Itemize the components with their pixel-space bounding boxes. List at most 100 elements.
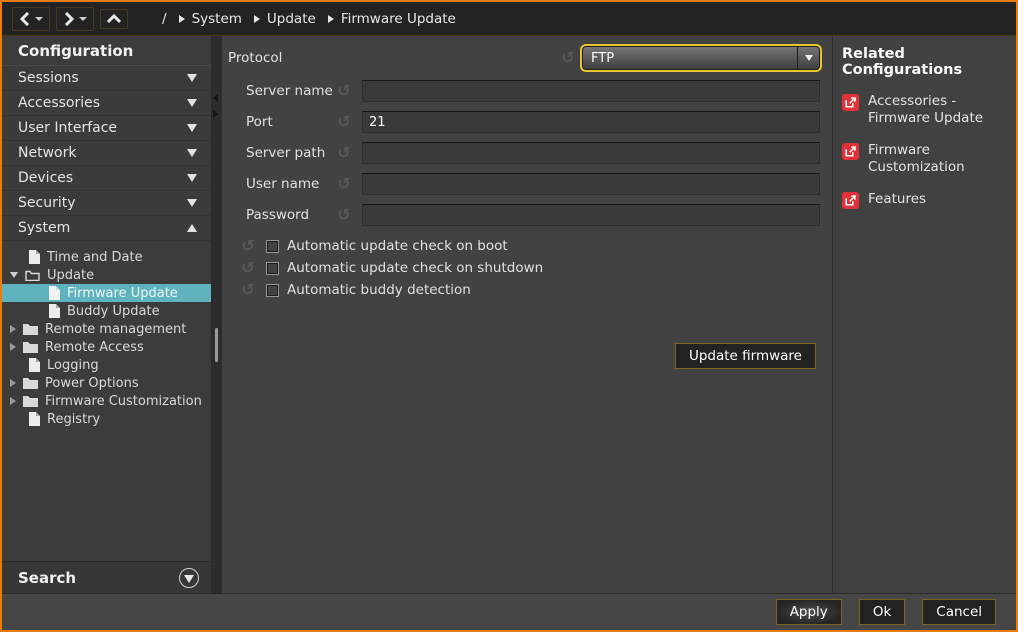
- page-icon: [48, 286, 60, 300]
- caret-right-icon[interactable]: [10, 379, 16, 387]
- user-name-label: User name: [246, 176, 334, 192]
- folder-icon: [23, 323, 38, 335]
- related-item-firmware-customization[interactable]: Firmware Customization: [842, 142, 1010, 176]
- revert-icon[interactable]: ↺: [334, 176, 354, 192]
- revert-icon[interactable]: ↺: [558, 50, 578, 66]
- revert-icon[interactable]: ↺: [238, 238, 258, 254]
- port-row: Port ↺: [246, 111, 820, 133]
- password-input[interactable]: [362, 204, 820, 226]
- sidebar-scrollbar-thumb[interactable]: [215, 328, 218, 362]
- tree-item-update[interactable]: Update: [2, 266, 211, 284]
- password-label: Password: [246, 207, 334, 223]
- up-button[interactable]: [100, 9, 128, 29]
- auto-update-boot-label: Automatic update check on boot: [287, 238, 508, 254]
- collapse-right-icon[interactable]: [213, 110, 218, 118]
- port-input[interactable]: [362, 111, 820, 133]
- chevron-down-icon: [187, 99, 197, 107]
- breadcrumb-root[interactable]: /: [162, 11, 167, 27]
- chevron-up-icon: [107, 14, 121, 24]
- server-path-input[interactable]: [362, 142, 820, 164]
- related-configurations-panel: Related Configurations Accessories - Fir…: [832, 36, 1016, 593]
- configuration-sidebar: Configuration Sessions Accessories User …: [2, 36, 212, 593]
- folder-icon: [23, 395, 38, 407]
- sidebar-item-system[interactable]: System: [2, 216, 211, 241]
- server-path-label: Server path: [246, 145, 334, 161]
- breadcrumb: / System Update Firmware Update: [162, 11, 456, 27]
- breadcrumb-item-system[interactable]: System: [179, 11, 242, 27]
- forward-button[interactable]: [56, 7, 94, 31]
- related-item-accessories-firmware-update[interactable]: Accessories - Firmware Update: [842, 93, 1010, 127]
- sidebar-item-devices[interactable]: Devices: [2, 166, 211, 191]
- sidebar-item-accessories[interactable]: Accessories: [2, 91, 211, 116]
- revert-icon[interactable]: ↺: [334, 114, 354, 130]
- breadcrumb-arrow-icon: [179, 15, 185, 23]
- auto-update-shutdown-checkbox[interactable]: [266, 262, 279, 275]
- chevron-down-icon: [187, 124, 197, 132]
- protocol-dropdown[interactable]: FTP: [582, 46, 820, 70]
- external-link-icon: [842, 191, 859, 214]
- breadcrumb-arrow-icon: [254, 15, 260, 23]
- tree-item-firmware-update[interactable]: Firmware Update: [2, 284, 211, 302]
- chevron-down-icon: [187, 174, 197, 182]
- user-name-row: User name ↺: [246, 173, 820, 195]
- sidebar-item-user-interface[interactable]: User Interface: [2, 116, 211, 141]
- caret-right-icon[interactable]: [10, 325, 16, 333]
- auto-buddy-detection-label: Automatic buddy detection: [287, 282, 471, 298]
- dropdown-arrow-icon[interactable]: [797, 47, 819, 69]
- tree-item-power-options[interactable]: Power Options: [2, 374, 211, 392]
- user-name-input[interactable]: [362, 173, 820, 195]
- cancel-button[interactable]: Cancel: [922, 599, 996, 625]
- caret-right-icon[interactable]: [10, 343, 16, 351]
- sidebar-item-network[interactable]: Network: [2, 141, 211, 166]
- auto-update-shutdown-label: Automatic update check on shutdown: [287, 260, 543, 276]
- update-firmware-button[interactable]: Update firmware: [675, 343, 816, 369]
- chevron-left-icon: [19, 12, 31, 26]
- search-section[interactable]: Search: [2, 561, 211, 593]
- revert-icon[interactable]: ↺: [334, 145, 354, 161]
- chevron-right-icon: [63, 12, 75, 26]
- tree-item-buddy-update[interactable]: Buddy Update: [2, 302, 211, 320]
- tree-item-remote-access[interactable]: Remote Access: [2, 338, 211, 356]
- tree-item-time-and-date[interactable]: Time and Date: [2, 248, 211, 266]
- breadcrumb-toolbar: / System Update Firmware Update: [2, 2, 1016, 36]
- sidebar-splitter[interactable]: [212, 36, 222, 593]
- chevron-down-icon: [187, 74, 197, 82]
- port-label: Port: [246, 114, 334, 130]
- related-configurations-title: Related Configurations: [842, 46, 1010, 78]
- protocol-value: FTP: [583, 51, 797, 66]
- tree-item-remote-management[interactable]: Remote management: [2, 320, 211, 338]
- folder-icon: [23, 377, 38, 389]
- related-item-features[interactable]: Features: [842, 191, 1010, 214]
- auto-buddy-detection-checkbox[interactable]: [266, 284, 279, 297]
- caret-right-icon[interactable]: [10, 397, 16, 405]
- protocol-label: Protocol: [228, 50, 558, 66]
- ok-button[interactable]: Ok: [859, 599, 905, 625]
- caret-down-icon[interactable]: [10, 272, 18, 278]
- auto-update-boot-row: ↺ Automatic update check on boot: [238, 235, 820, 257]
- tree-item-registry[interactable]: Registry: [2, 410, 211, 428]
- collapse-left-icon[interactable]: [213, 94, 218, 102]
- revert-icon[interactable]: ↺: [334, 207, 354, 223]
- apply-button[interactable]: Apply: [776, 599, 842, 625]
- page-icon: [28, 412, 40, 426]
- forward-history-chevron-icon[interactable]: [79, 17, 87, 21]
- external-link-icon: [842, 142, 859, 165]
- revert-icon[interactable]: ↺: [334, 83, 354, 99]
- tree-item-logging[interactable]: Logging: [2, 356, 211, 374]
- sidebar-item-sessions[interactable]: Sessions: [2, 66, 211, 91]
- breadcrumb-item-update[interactable]: Update: [254, 11, 316, 27]
- back-button[interactable]: [12, 7, 50, 31]
- breadcrumb-item-firmware-update[interactable]: Firmware Update: [328, 11, 456, 27]
- chevron-up-icon: [187, 224, 197, 232]
- back-history-chevron-icon[interactable]: [35, 17, 43, 21]
- system-tree: Time and Date Update Firmware Update Bud…: [2, 241, 211, 428]
- tree-item-firmware-customization[interactable]: Firmware Customization: [2, 392, 211, 410]
- server-path-row: Server path ↺: [246, 142, 820, 164]
- revert-icon[interactable]: ↺: [238, 260, 258, 276]
- auto-update-boot-checkbox[interactable]: [266, 240, 279, 253]
- expand-search-icon[interactable]: [179, 568, 199, 588]
- chevron-down-icon: [187, 199, 197, 207]
- sidebar-item-security[interactable]: Security: [2, 191, 211, 216]
- revert-icon[interactable]: ↺: [238, 282, 258, 298]
- server-name-input[interactable]: [362, 80, 820, 102]
